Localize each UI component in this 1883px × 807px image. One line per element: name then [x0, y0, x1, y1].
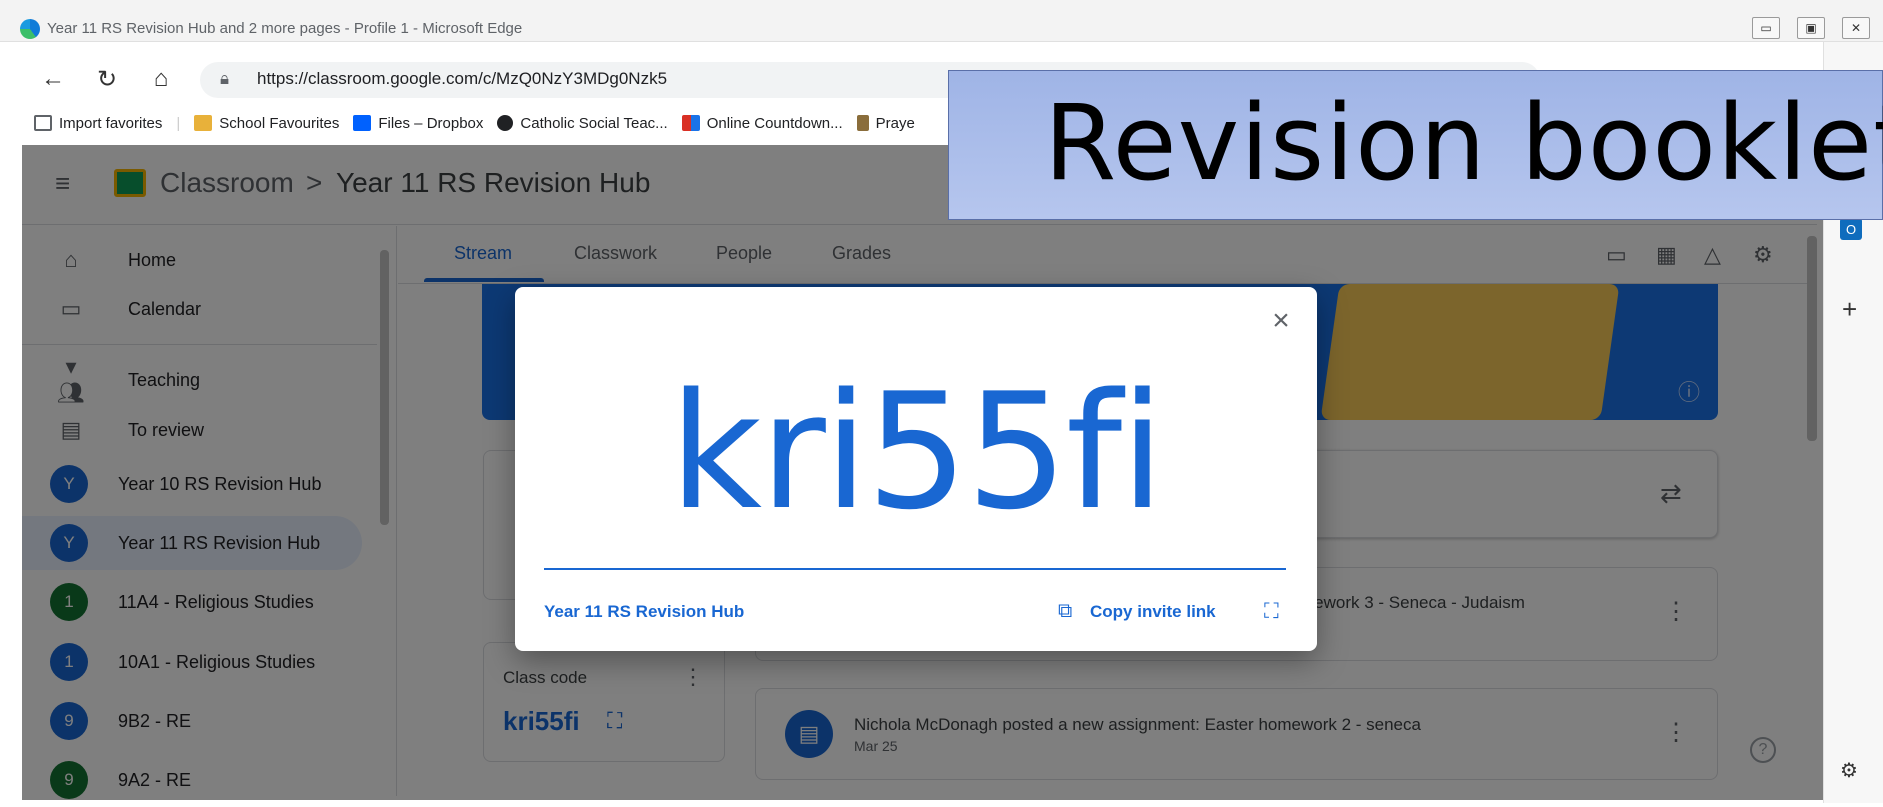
outlook-icon[interactable]: O: [1840, 218, 1862, 240]
bookmark-label: Files – Dropbox: [378, 114, 484, 132]
add-icon[interactable]: +: [1842, 294, 1857, 325]
bookmark-dropbox[interactable]: Files – Dropbox: [353, 115, 483, 132]
folder-icon: [194, 115, 213, 131]
window-title: Year 11 RS Revision Hub and 2 more pages…: [47, 20, 523, 37]
copy-invite-link-button[interactable]: Copy invite link: [1090, 602, 1216, 622]
site-icon: [856, 115, 869, 131]
fullscreen-icon[interactable]: ⛶: [1264, 600, 1279, 624]
edge-logo-icon: [20, 19, 40, 39]
refresh-icon[interactable]: ↻: [92, 64, 122, 94]
lock-icon[interactable]: 🔒︎: [220, 69, 229, 89]
minimize-button[interactable]: ▭: [1752, 17, 1780, 39]
import-icon: [34, 115, 52, 131]
bookmark-catholic-social-teaching[interactable]: Catholic Social Teac...: [497, 114, 668, 132]
dropbox-icon: [353, 115, 372, 131]
close-icon[interactable]: ×: [1266, 306, 1296, 336]
bookmark-label: Online Countdown...: [706, 114, 843, 132]
url-text[interactable]: https://classroom.google.com/c/MzQ0NzY3M…: [257, 69, 667, 89]
back-icon[interactable]: ←: [38, 64, 68, 94]
dialog-class-name: Year 11 RS Revision Hub: [544, 602, 745, 621]
bookmark-school-favourites[interactable]: School Favourites: [194, 115, 339, 132]
code-underline: [544, 568, 1286, 570]
maximize-button[interactable]: ▣: [1797, 17, 1825, 39]
close-window-button[interactable]: ✕: [1842, 17, 1870, 39]
bookmark-import-favorites[interactable]: Import favorites: [34, 115, 162, 132]
bookmark-prayer[interactable]: Praye: [856, 114, 915, 132]
bookmark-label: Import favorites: [59, 114, 163, 132]
bookmark-label: School Favourites: [219, 114, 340, 132]
site-icon: [681, 115, 700, 131]
class-code-large: kri55fi: [669, 358, 1164, 545]
revision-title: Revision booklets: [1044, 82, 1883, 204]
bookmark-online-countdown[interactable]: Online Countdown...: [681, 114, 843, 132]
home-icon[interactable]: ⌂: [146, 64, 176, 94]
bookmark-label: Praye: [875, 114, 915, 132]
bookmark-label: Catholic Social Teac...: [520, 114, 668, 132]
copy-icon[interactable]: ⧉: [1058, 600, 1072, 623]
site-icon: [497, 115, 514, 131]
bookmark-divider: |: [176, 114, 181, 132]
sidebar-settings-icon[interactable]: ⚙: [1840, 758, 1858, 783]
